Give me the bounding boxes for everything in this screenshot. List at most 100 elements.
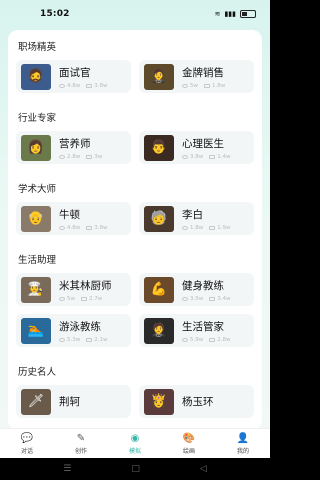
chat-icon [209, 154, 216, 159]
role-name: 杨玉环 [182, 396, 214, 408]
simulate-icon: ◉ [130, 432, 140, 444]
back-nav-icon[interactable]: ◁ [200, 464, 207, 474]
chat-icon [204, 83, 210, 88]
chat-count: 2.8w [217, 336, 231, 343]
role-card-libai[interactable]: 🧓 李白 1.8w 1.9w [139, 202, 254, 235]
role-card-butler[interactable]: 🤵 生活管家 5.9w 2.8w [139, 314, 254, 347]
chat-count: 1.9w [217, 224, 231, 231]
role-name: 李白 [182, 208, 203, 221]
eye-icon [59, 154, 65, 159]
role-name: 金牌销售 [182, 66, 224, 79]
eye-icon [182, 154, 188, 159]
tab-label: 我的 [236, 447, 249, 455]
section-title: 历史名人 [18, 367, 57, 378]
section-title: 行业专家 [18, 113, 57, 124]
palette-icon: 🎨 [182, 432, 196, 444]
newton-avatar: 👴 [21, 205, 51, 232]
chat-icon [209, 225, 216, 230]
chat-icon [86, 337, 93, 342]
section-title: 学术大师 [18, 184, 57, 195]
feather-icon: ✎ [76, 432, 86, 444]
role-name: 荆轲 [59, 396, 80, 408]
chat-icon [86, 154, 93, 159]
role-card-fitness-coach[interactable]: 💪 健身教练 3.5w 3.4w [139, 273, 254, 306]
section-title: 生活助理 [18, 255, 57, 266]
eye-icon [59, 83, 65, 88]
role-card-nutritionist[interactable]: 👩 营养师 2.8w 3w [16, 131, 131, 164]
view-count: 1.8w [190, 224, 204, 231]
chat-count: 1.8w [212, 82, 226, 89]
view-count: 5w [190, 82, 198, 89]
yangyuhuan-avatar: 👸 [144, 388, 174, 415]
signal-icon: ▮▮▮ [224, 10, 236, 18]
status-time: 15:02 [40, 9, 70, 19]
user-icon: 👤 [236, 432, 250, 444]
eye-icon [59, 225, 65, 230]
chat-count: 3.4w [217, 295, 231, 302]
eye-icon [182, 337, 188, 342]
view-count: 2.8w [67, 153, 81, 160]
interviewer-avatar: 🧔 [21, 63, 51, 90]
tab-label: 绘画 [182, 447, 195, 455]
role-name: 营养师 [59, 137, 91, 150]
bottom-tab-bar: 💬 对话 ✎ 创作 ◉ 模拟 🎨 绘画 👤 我的 [0, 428, 270, 458]
role-name: 游泳教练 [59, 320, 101, 333]
role-card-interviewer[interactable]: 🧔 面试官 4.8w 3.8w [16, 60, 131, 93]
chat-icon [209, 337, 216, 342]
role-card-yangyuhuan[interactable]: 👸 杨玉环 [139, 385, 254, 418]
role-card-jingke[interactable]: 🗡 荆轲 [16, 385, 131, 418]
role-card-chef[interactable]: 👨‍🍳 米其林厨师 5w 2.7w [16, 273, 131, 306]
section-workplace: 职场精英 🧔 面试官 4.8w 3.8w 🤵 金牌销售 5w 1.8w [8, 30, 262, 93]
view-count: 4.8w [67, 82, 81, 89]
menu-nav-icon[interactable]: ☰ [63, 464, 71, 474]
section-title: 职场精英 [18, 42, 57, 53]
system-nav-bar: ☰ □ ◁ [0, 458, 270, 480]
sales-avatar: 🤵 [144, 63, 174, 90]
tab-simulate[interactable]: ◉ 模拟 [110, 433, 160, 455]
libai-avatar: 🧓 [144, 205, 174, 232]
view-count: 3.8w [190, 153, 204, 160]
tab-label: 对话 [20, 447, 33, 455]
chat-count: 3w [94, 153, 103, 160]
view-count: 5.9w [190, 336, 204, 343]
app-screen: 15:02 ≋ ▮▮▮ 职场精英 🧔 面试官 4.8w 3.8w 🤵 金牌销售 … [0, 0, 270, 480]
tab-paint[interactable]: 🎨 绘画 [164, 433, 214, 455]
chef-avatar: 👨‍🍳 [21, 276, 51, 303]
tab-mine[interactable]: 👤 我的 [218, 433, 268, 455]
section-historical-figures: 历史名人 🗡 荆轲 👸 杨玉环 [8, 355, 262, 418]
view-count: 5w [67, 295, 75, 302]
nutritionist-avatar: 👩 [21, 134, 51, 161]
wifi-icon: ≋ [214, 10, 221, 18]
home-nav-icon[interactable]: □ [131, 464, 140, 474]
chat-icon [81, 296, 87, 301]
role-name: 健身教练 [182, 279, 224, 292]
role-name: 生活管家 [182, 320, 224, 333]
role-name: 牛顿 [59, 208, 80, 221]
section-life-assistants: 生活助理 👨‍🍳 米其林厨师 5w 2.7w 💪 健身教练 [8, 243, 262, 347]
chat-icon [209, 296, 216, 301]
eye-icon [182, 83, 188, 88]
chat-count: 2.1w [94, 336, 108, 343]
chat-count: 3.8w [94, 82, 108, 89]
eye-icon [59, 337, 65, 342]
chat-count: 2.7w [89, 295, 103, 302]
swim-coach-avatar: 🏊 [21, 317, 51, 344]
chat-count: 3.8w [94, 224, 108, 231]
role-list-card: 职场精英 🧔 面试官 4.8w 3.8w 🤵 金牌销售 5w 1.8w 行业专家… [8, 30, 262, 430]
role-card-swim-coach[interactable]: 🏊 游泳教练 5.3w 2.1w [16, 314, 131, 347]
tab-chat[interactable]: 💬 对话 [2, 433, 52, 455]
chat-count: 1.4w [217, 153, 231, 160]
eye-icon [182, 225, 188, 230]
tab-label: 模拟 [128, 447, 141, 455]
psychologist-avatar: 👨 [144, 134, 174, 161]
role-card-sales[interactable]: 🤵 金牌销售 5w 1.8w [139, 60, 254, 93]
battery-icon [240, 10, 256, 18]
view-count: 5.3w [67, 336, 81, 343]
jingke-avatar: 🗡 [21, 388, 51, 415]
tab-create[interactable]: ✎ 创作 [56, 433, 106, 455]
role-card-psychologist[interactable]: 👨 心理医生 3.8w 1.4w [139, 131, 254, 164]
fitness-coach-avatar: 💪 [144, 276, 174, 303]
status-bar: 15:02 ≋ ▮▮▮ [0, 0, 270, 28]
role-card-newton[interactable]: 👴 牛顿 4.8w 3.8w [16, 202, 131, 235]
tab-label: 创作 [74, 447, 87, 455]
